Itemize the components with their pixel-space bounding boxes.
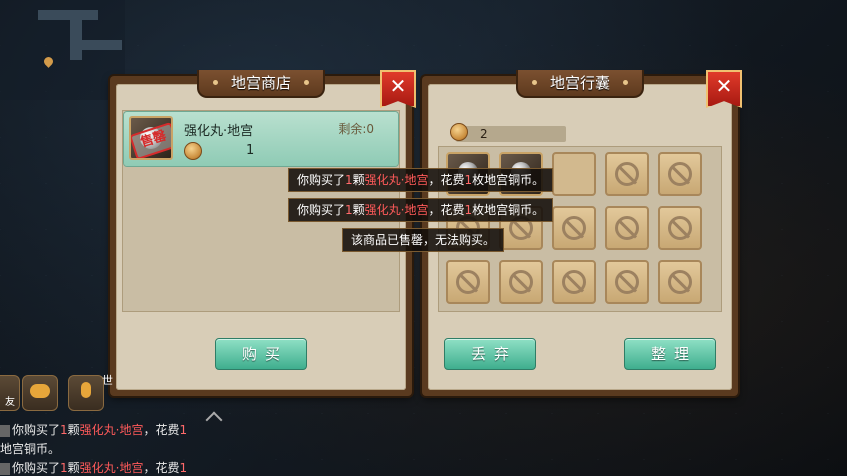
- copper-coin-icon: [450, 123, 468, 141]
- chat-line: 你购买了1颗强化丸·地宫，花费1: [0, 421, 187, 438]
- bag-slot[interactable]: [658, 260, 702, 304]
- channel-tag-icon: [0, 462, 10, 475]
- toast-message: 你购买了1颗强化丸·地宫，花费1枚地宫铜币。: [288, 198, 554, 222]
- chat-cost: 1: [179, 461, 188, 475]
- sort-button[interactable]: 整理: [624, 338, 716, 370]
- world-channel-label: 世: [102, 374, 113, 387]
- chat-count: 1: [60, 461, 68, 475]
- forbidden-icon: [509, 270, 533, 294]
- bag-slot[interactable]: [446, 260, 490, 304]
- toast-text: 你购买了: [297, 203, 346, 217]
- chat-bubble-shape: [30, 384, 50, 398]
- bag-slot[interactable]: [552, 260, 596, 304]
- chat-item-name: 强化丸·地宫: [79, 461, 144, 475]
- minimap-path: [82, 40, 122, 50]
- forbidden-icon: [615, 162, 639, 186]
- forbidden-icon: [668, 216, 692, 240]
- friends-label: 友: [5, 397, 15, 408]
- toast-count: 1: [345, 173, 353, 187]
- mic-shape: [81, 382, 91, 398]
- forbidden-icon: [562, 216, 586, 240]
- forbidden-icon: [615, 270, 639, 294]
- chat-text: ，花费: [143, 423, 180, 437]
- soldout-stamp: 售罄: [131, 121, 171, 158]
- toast-text: ，花费: [428, 203, 465, 217]
- item-name: 强化丸·地宫: [184, 124, 254, 139]
- bag-slot[interactable]: [658, 206, 702, 250]
- bag-slot[interactable]: [499, 260, 543, 304]
- item-remaining: 剩余:0: [338, 122, 374, 136]
- chat-text: 地宫铜币。: [0, 442, 61, 456]
- channel-tag-icon: [0, 424, 10, 437]
- chat-text: 你购买了: [12, 461, 61, 475]
- minimap-path: [70, 20, 82, 60]
- forbidden-icon: [668, 270, 692, 294]
- forbidden-icon: [562, 270, 586, 294]
- minimap-path: [38, 10, 98, 20]
- toast-text: 枚地宫铜币。: [472, 203, 545, 217]
- copper-coin-icon: [184, 142, 202, 160]
- chat-count: 1: [60, 423, 68, 437]
- bag-slot[interactable]: [605, 260, 649, 304]
- chat-item-name: 强化丸·地宫: [79, 423, 144, 437]
- forbidden-icon: [668, 162, 692, 186]
- toast-message: 你购买了1颗强化丸·地宫，花费1枚地宫铜币。: [288, 168, 554, 192]
- bag-slot[interactable]: [605, 152, 649, 196]
- map-pin-icon: [42, 55, 55, 68]
- forbidden-icon: [456, 270, 480, 294]
- item-icon: 售罄: [129, 116, 173, 160]
- toast-count: 1: [345, 203, 353, 217]
- item-price: 1: [246, 143, 255, 158]
- bag-slot[interactable]: [552, 152, 596, 196]
- coin-count: 2: [480, 127, 488, 141]
- toast-text: 颗: [352, 203, 365, 217]
- toast-cost: 1: [464, 173, 473, 187]
- toast-text: ，花费: [428, 173, 465, 187]
- bag-title: 地宫行囊: [515, 70, 645, 98]
- toast-text: 该商品已售罄，无法购买。: [351, 233, 496, 247]
- chat-line: 你购买了1颗强化丸·地宫，花费1: [0, 459, 187, 476]
- chat-text: 颗: [67, 423, 80, 437]
- chat-text: ，花费: [143, 461, 180, 475]
- shop-title: 地宫商店: [196, 70, 326, 98]
- chat-text: 你购买了: [12, 423, 61, 437]
- toast-message: 该商品已售罄，无法购买。: [342, 228, 505, 252]
- shop-item[interactable]: 售罄 强化丸·地宫 剩余:0 1: [124, 112, 398, 166]
- toast-text: 枚地宫铜币。: [472, 173, 545, 187]
- bag-slot[interactable]: [658, 152, 702, 196]
- toast-item-name: 强化丸·地宫: [364, 173, 429, 187]
- chat-bubble-icon[interactable]: [22, 375, 58, 411]
- bag-slot[interactable]: [552, 206, 596, 250]
- coin-counter-bar: [456, 126, 566, 142]
- toast-text: 你购买了: [297, 173, 346, 187]
- toast-item-name: 强化丸·地宫: [364, 203, 429, 217]
- chat-line: 地宫铜币。: [0, 440, 60, 457]
- buy-button[interactable]: 购买: [215, 338, 307, 370]
- microphone-icon[interactable]: 世: [68, 374, 113, 411]
- chat-text: 颗: [67, 461, 80, 475]
- forbidden-icon: [615, 216, 639, 240]
- bag-slot[interactable]: [605, 206, 649, 250]
- discard-button[interactable]: 丢弃: [444, 338, 536, 370]
- friends-button[interactable]: 友: [0, 375, 20, 411]
- toast-cost: 1: [464, 203, 473, 217]
- toast-text: 颗: [352, 173, 365, 187]
- minimap[interactable]: [0, 0, 125, 100]
- chat-cost: 1: [179, 423, 188, 437]
